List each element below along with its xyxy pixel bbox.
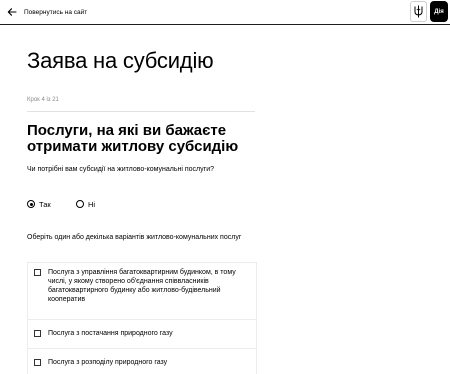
service-option-gas-supply[interactable]: Послуга з постачання природного газу xyxy=(28,320,256,349)
radio-yes-indicator[interactable] xyxy=(27,200,35,208)
trident-icon[interactable] xyxy=(410,1,427,22)
services-question-label: Оберіть один або декілька варіантів житл… xyxy=(27,234,242,241)
question-title: Послуги, на які ви бажаєте отримати житл… xyxy=(27,122,239,155)
service-option-building-management[interactable]: Послуга з управління багатоквартирним бу… xyxy=(28,263,256,320)
back-link-label: Повернутись на сайт xyxy=(24,8,88,16)
checkbox[interactable] xyxy=(34,269,41,276)
top-bar: Повернутись на сайт Дія xyxy=(0,0,450,25)
services-options-list: Послуга з управління багатоквартирним бу… xyxy=(27,262,257,374)
divider xyxy=(27,111,255,112)
radio-no-label: Ні xyxy=(88,199,96,209)
service-option-label: Послуга з розподілу природного газу xyxy=(48,359,168,366)
service-option-label: Послуга з управління багатоквартирним бу… xyxy=(48,269,236,303)
checkbox[interactable] xyxy=(34,330,41,337)
step-indicator: Крок 4 із 21 xyxy=(27,97,59,103)
back-to-site-link[interactable]: Повернутись на сайт xyxy=(7,5,87,19)
radio-no[interactable]: Ні xyxy=(76,198,95,210)
radio-yes[interactable]: Так xyxy=(27,198,51,210)
checkbox[interactable] xyxy=(34,359,41,366)
service-option-label: Послуга з постачання природного газу xyxy=(48,330,173,337)
radio-no-indicator[interactable] xyxy=(76,200,84,208)
radio-yes-label: Так xyxy=(39,199,51,209)
service-option-gas-distribution[interactable]: Послуга з розподілу природного газу xyxy=(28,349,256,374)
subsidy-question-label: Чи потрібні вам субсидії на житлово-кому… xyxy=(27,166,214,173)
page-title: Заява на субсидію xyxy=(27,48,214,73)
diia-logo-text: Дія xyxy=(434,8,444,15)
diia-logo[interactable]: Дія xyxy=(430,1,448,22)
arrow-left-icon xyxy=(7,8,17,16)
